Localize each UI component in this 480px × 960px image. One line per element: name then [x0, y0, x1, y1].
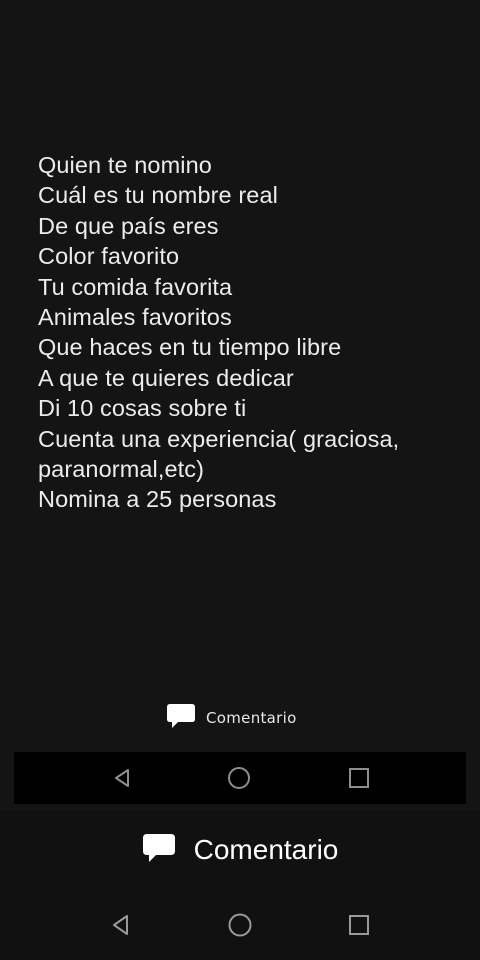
home-circle-icon — [227, 766, 251, 790]
question-line: Quien te nomino — [38, 152, 212, 178]
question-line: Cuenta una experiencia( graciosa, — [38, 425, 400, 452]
question-line: Color favorito — [38, 243, 180, 270]
inner-navigation-bar — [14, 752, 466, 804]
recents-square-icon[interactable] — [345, 911, 373, 939]
question-line: Cuál es tu nombre real — [38, 182, 278, 209]
question-line: Que haces en tu tiempo libre — [38, 334, 342, 361]
question-line: A que te quieres dedicar — [38, 364, 294, 391]
comment-label: Comentario — [206, 709, 297, 727]
question-line: Di 10 cosas sobre ti — [38, 395, 247, 422]
question-line: Tu comida favorita — [38, 273, 233, 300]
inner-comment-indicator: Comentario — [166, 702, 297, 734]
comment-icon — [166, 702, 196, 735]
home-circle-icon[interactable] — [226, 911, 254, 939]
comment-label: Comentario — [193, 834, 339, 865]
question-line: Nomina a 25 personas — [38, 486, 277, 513]
question-list: Quien te nomino Cuál es tu nombre real D… — [38, 150, 458, 515]
recents-square-icon — [347, 766, 371, 790]
comment-button[interactable]: Comentario — [0, 810, 480, 890]
navigation-bar — [0, 890, 480, 960]
question-line: De que país eres — [38, 212, 219, 239]
comment-icon — [142, 832, 176, 869]
back-triangle-icon[interactable] — [106, 911, 134, 939]
post-image: Quien te nomino Cuál es tu nombre real D… — [0, 0, 480, 810]
question-line: Animales favoritos — [38, 304, 232, 331]
question-line: paranormal,etc) — [38, 456, 205, 483]
back-triangle-icon — [110, 766, 134, 790]
